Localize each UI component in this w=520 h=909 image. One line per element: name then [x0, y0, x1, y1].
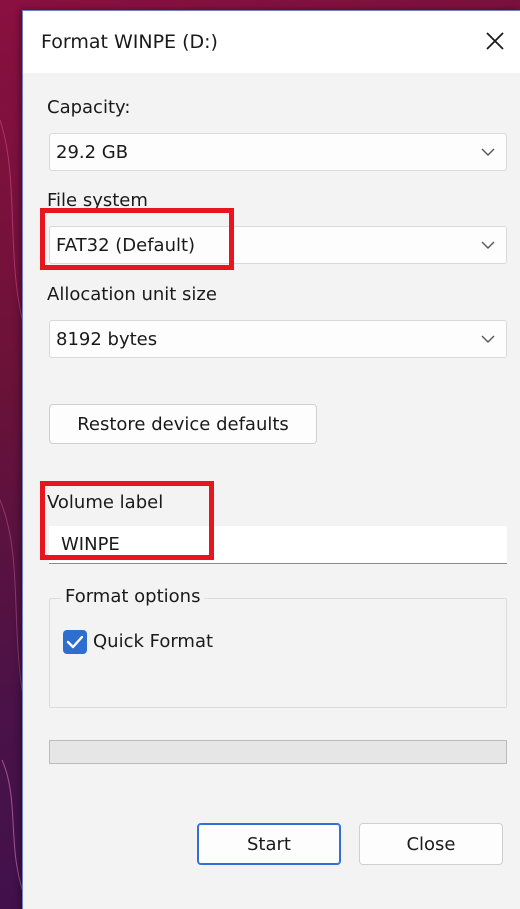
title-bar: Format WINPE (D:) [23, 11, 520, 73]
start-button[interactable]: Start [197, 823, 341, 865]
chevron-down-icon [481, 241, 495, 249]
volume-label-caption: Volume label [47, 492, 164, 513]
checkmark-icon [66, 635, 84, 649]
chevron-down-icon [481, 148, 495, 156]
restore-defaults-button[interactable]: Restore device defaults [49, 404, 317, 444]
capacity-label: Capacity: [47, 97, 131, 118]
close-icon[interactable] [481, 27, 509, 55]
capacity-value: 29.2 GB [56, 142, 129, 163]
dialog-title: Format WINPE (D:) [41, 31, 218, 53]
quick-format-checkbox[interactable] [63, 630, 87, 654]
file-system-label: File system [47, 190, 148, 211]
volume-label-input[interactable]: WINPE [49, 526, 507, 564]
capacity-dropdown[interactable]: 29.2 GB [49, 133, 507, 171]
close-button[interactable]: Close [359, 823, 503, 865]
format-progress-bar [49, 740, 507, 764]
format-options-legend: Format options [61, 586, 205, 607]
quick-format-label[interactable]: Quick Format [93, 631, 213, 652]
file-system-dropdown[interactable]: FAT32 (Default) [49, 226, 507, 264]
allocation-label: Allocation unit size [47, 284, 217, 305]
format-options-group [49, 598, 507, 708]
format-dialog: Format WINPE (D:) Capacity: 29.2 GB File… [22, 10, 520, 909]
volume-label-value: WINPE [61, 534, 120, 555]
allocation-value: 8192 bytes [56, 329, 158, 350]
file-system-value: FAT32 (Default) [56, 235, 196, 256]
allocation-dropdown[interactable]: 8192 bytes [49, 320, 507, 358]
chevron-down-icon [481, 335, 495, 343]
